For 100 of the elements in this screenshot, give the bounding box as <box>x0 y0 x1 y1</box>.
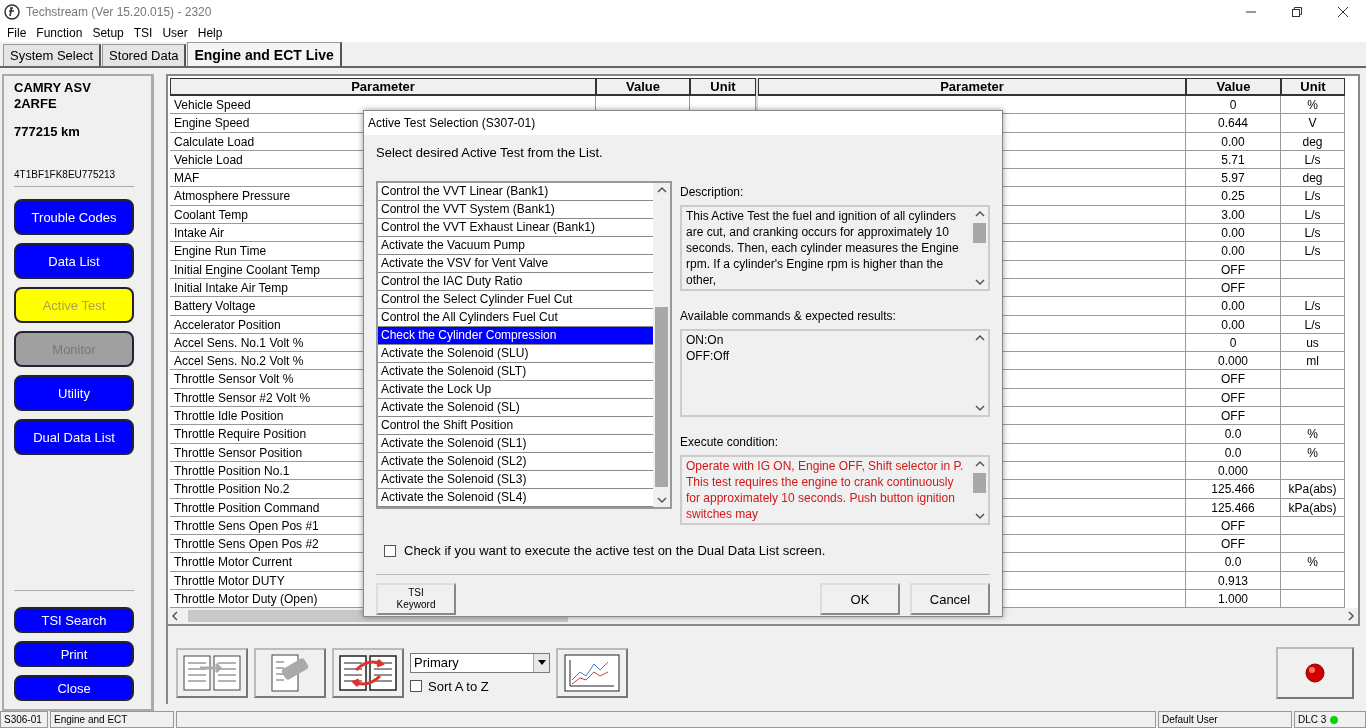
menu-item[interactable]: TSI <box>128 24 158 42</box>
record-button[interactable] <box>1276 647 1354 700</box>
list-item[interactable]: Activate the Vacuum Pump <box>378 237 653 255</box>
swap-lists-button[interactable] <box>332 648 404 699</box>
scroll-down-icon[interactable] <box>974 278 985 286</box>
ok-button[interactable]: OK <box>820 583 900 615</box>
list-item[interactable]: Activate the VSV for Vent Valve <box>378 255 653 273</box>
list-item[interactable]: Activate the Solenoid (SL1) <box>378 435 653 453</box>
list-item[interactable]: Check the Cylinder Compression <box>378 327 653 345</box>
list-item[interactable]: Control the All Cylinders Fuel Cut <box>378 309 653 327</box>
nav-button[interactable]: Utility <box>14 375 134 411</box>
list-item[interactable]: Activate the Solenoid (SLU) <box>378 345 653 363</box>
table-cell: L/s <box>1281 315 1345 334</box>
list-item[interactable]: Activate the Solenoid (SL2) <box>378 453 653 471</box>
window-title: Techstream (Ver 15.20.015) - 2320 <box>26 5 212 19</box>
user-name: Default User <box>1162 713 1218 727</box>
scroll-up-icon[interactable] <box>656 186 667 194</box>
table-cell: L/s <box>1281 150 1345 170</box>
section-label: Description: <box>680 185 745 199</box>
nav-button[interactable]: Data List <box>14 243 134 279</box>
list-item[interactable]: Control the IAC Duty Ratio <box>378 273 653 291</box>
scrollbar[interactable] <box>653 183 670 507</box>
list-item[interactable]: Control the Select Cylinder Fuel Cut <box>378 291 653 309</box>
nav-button[interactable]: Dual Data List <box>14 419 134 455</box>
nav-button[interactable]: Trouble Codes <box>14 199 134 235</box>
nav-button[interactable]: Print <box>14 641 134 667</box>
table-cell: 125.466 <box>1186 480 1281 499</box>
list-item[interactable]: Activate the Solenoid (SL) <box>378 399 653 417</box>
list-transfer-button[interactable] <box>176 648 248 699</box>
list-item[interactable]: Activate the Lock Up <box>378 381 653 399</box>
table-cell: 0.0 <box>1186 553 1281 572</box>
menu-item[interactable]: Setup <box>87 24 129 42</box>
menu-item[interactable]: User <box>157 24 193 42</box>
table-cell: ml <box>1281 352 1345 371</box>
list-item[interactable]: Control the VVT System (Bank1) <box>378 201 653 219</box>
list-item[interactable]: Control the VVT Linear (Bank1) <box>378 183 653 201</box>
list-item[interactable]: Control the Shift Position <box>378 417 653 435</box>
table-cell: OFF <box>1186 535 1281 554</box>
scroll-thumb[interactable] <box>973 473 986 493</box>
scroll-up-icon[interactable] <box>974 334 985 342</box>
table-cell: 0.000 <box>1186 352 1281 371</box>
list-item[interactable]: Activate the Solenoid (SLT) <box>378 363 653 381</box>
tab[interactable]: Engine and ECT Live <box>187 42 342 66</box>
column-header: Parameter <box>170 78 596 96</box>
keyword-button[interactable]: TSI Keyword <box>376 583 456 615</box>
odometer-reading: 777215 km <box>14 124 81 139</box>
menu-item[interactable]: Function <box>31 24 88 42</box>
vin-number: 4T1BF1FK8EU775213 <box>14 169 134 187</box>
list-item[interactable]: Control the VVT Exhaust Linear (Bank1) <box>378 219 653 237</box>
scroll-down-icon[interactable] <box>974 404 985 412</box>
condition-text: Operate with IG ON, Engine OFF, Shift selector in P. <box>686 458 965 474</box>
table-cell: 0.00 <box>1186 224 1281 243</box>
tab[interactable]: Stored Data <box>102 44 187 66</box>
table-cell: V <box>1281 114 1345 133</box>
column-header: Unit <box>690 78 756 96</box>
table-cell: 0 <box>1186 333 1281 353</box>
scroll-right-icon[interactable] <box>1347 611 1355 622</box>
scroll-thumb[interactable] <box>973 223 986 243</box>
nav-button[interactable]: TSI Search <box>14 607 134 633</box>
dialog-title: Active Test Selection (S307-01) <box>364 111 1002 135</box>
connection-status-icon <box>1330 715 1339 724</box>
caret-icon <box>537 660 546 666</box>
column-header: Value <box>1186 78 1281 96</box>
menu-item[interactable]: File <box>2 24 32 42</box>
screen-id: S306-01 <box>4 713 42 727</box>
sort-checkbox[interactable]: Sort A to Z <box>410 678 550 694</box>
table-cell: 0.00 <box>1186 132 1281 151</box>
scroll-down-icon[interactable] <box>656 496 667 504</box>
command-text: ON:On <box>686 332 725 348</box>
section-label: Available commands & expected results: <box>680 309 897 323</box>
column-header: Value <box>596 78 690 96</box>
nav-button[interactable]: Close <box>14 675 134 701</box>
table-cell: 0.00 <box>1186 242 1281 261</box>
scroll-down-icon[interactable] <box>974 512 985 520</box>
scroll-up-icon[interactable] <box>974 460 985 468</box>
list-item[interactable]: Activate the Solenoid (SL4) <box>378 489 653 507</box>
mode-dropdown[interactable]: Primary <box>410 652 550 673</box>
list-tool-button[interactable] <box>254 648 326 699</box>
table-cell: 0.00 <box>1186 297 1281 316</box>
table-cell: % <box>1281 425 1345 444</box>
menu-item[interactable]: Help <box>192 24 228 42</box>
connection-label: DLC 3 <box>1298 713 1327 727</box>
column-header: Parameter <box>758 78 1186 96</box>
table-cell: OFF <box>1186 516 1281 536</box>
graph-button[interactable] <box>556 648 628 699</box>
table-cell: 0.0 <box>1186 425 1281 444</box>
scroll-up-icon[interactable] <box>974 210 985 218</box>
table-cell: 3.00 <box>1186 205 1281 225</box>
list-item[interactable]: Activate the Solenoid (SL3) <box>378 471 653 489</box>
table-cell: OFF <box>1186 370 1281 389</box>
table-cell: OFF <box>1186 407 1281 426</box>
close-icon <box>1338 7 1348 17</box>
table-cell: L/s <box>1281 242 1345 261</box>
cancel-button[interactable]: Cancel <box>910 583 990 615</box>
command-text: OFF:Off <box>686 348 731 364</box>
scroll-left-icon[interactable] <box>171 611 179 622</box>
tab[interactable]: System Select <box>3 44 102 66</box>
description-text: This Active Test the fuel and ignition of all cylinders are cut, and cranking occurs for approximately 10 seconds. Then, each cylinder measures the Engine rpm. If a cylinder's Engine rpm is higher than the other, <box>685 208 960 289</box>
scroll-thumb[interactable] <box>655 307 668 487</box>
table-cell: OFF <box>1186 260 1281 279</box>
